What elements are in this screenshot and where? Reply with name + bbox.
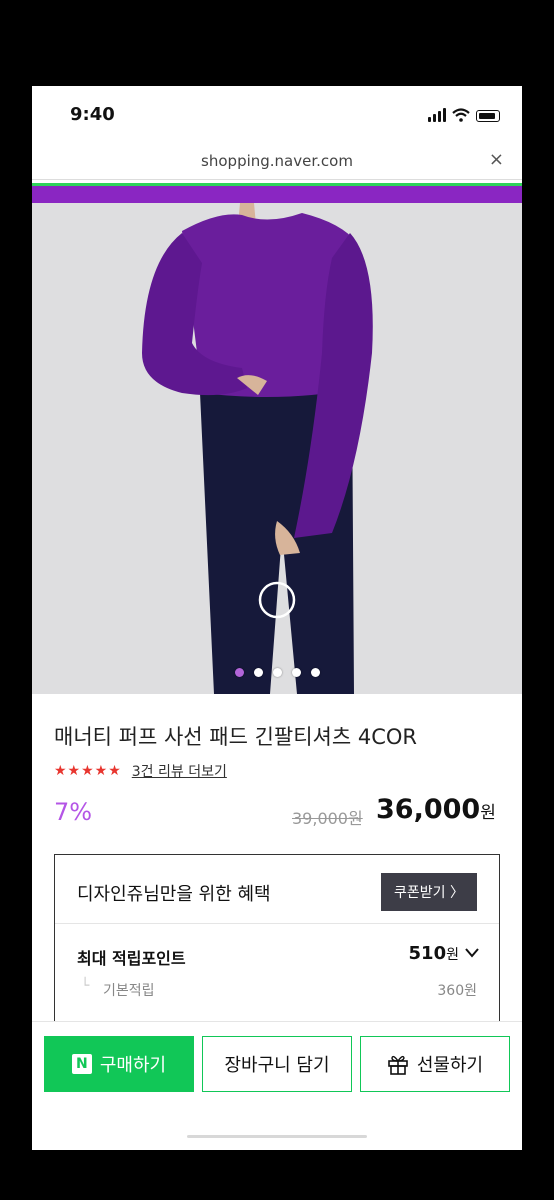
points-value[interactable]: 510원 [409,943,459,964]
star-rating: ★★★★★ [54,763,122,779]
carousel-dot[interactable] [310,668,320,677]
gift-icon [388,1055,408,1075]
discount-rate: 7% [54,798,93,826]
original-price: 39,000원 [292,809,363,828]
chevron-down-icon[interactable] [465,943,479,963]
product-photo [32,203,522,694]
divider [55,923,499,924]
points-unit: 원 [446,947,459,963]
signal-icon [428,108,446,122]
cart-label: 장바구니 담기 [224,1055,330,1076]
carousel-dots [32,668,522,677]
url-text[interactable]: shopping.naver.com [32,152,522,170]
base-points-label: 기본적립 [103,983,155,999]
points-label: 최대 적립포인트 [77,949,186,968]
buy-button[interactable]: N 구매하기 [44,1036,194,1092]
purchase-bar: N 구매하기 장바구니 담기 선물하기 [32,1021,522,1150]
page-banner-strip [32,183,522,203]
carousel-dot[interactable] [234,668,244,677]
add-to-cart-button[interactable]: 장바구니 담기 [202,1036,352,1092]
browser-url-bar[interactable]: shopping.naver.com × [32,142,522,180]
product-image[interactable] [32,203,522,694]
home-indicator [187,1135,367,1138]
carousel-dot[interactable] [291,668,301,677]
gift-label: 선물하기 [416,1055,484,1076]
gift-button[interactable]: 선물하기 [360,1036,510,1092]
status-time: 9:40 [70,104,115,125]
benefit-title: 디자인쥬님만을 위한 혜택 [77,884,271,905]
close-icon[interactable]: × [489,149,504,170]
status-bar: 9:40 [32,86,522,142]
price-unit: 원 [480,803,496,823]
coupon-button[interactable]: 쿠폰받기 〉 [381,873,477,911]
indent-arrow-icon: └ [81,978,90,994]
carousel-dot[interactable] [253,668,263,677]
phone-screen: 9:40 shopping.naver.com × 매너티 퍼프 사선 패드 긴… [32,86,522,1150]
base-points-value: 360원 [437,983,477,999]
rating-row: ★★★★★ 3건 리뷰 더보기 [54,761,227,781]
naver-n-icon: N [71,1054,92,1074]
buy-label: 구매하기 [99,1055,167,1076]
battery-icon [476,110,500,122]
sale-price-value: 36,000 [376,794,481,825]
product-title: 매너티 퍼프 사선 패드 긴팔티셔츠 4COR [54,725,417,749]
points-number: 510 [408,943,447,964]
carousel-dot[interactable] [272,668,282,677]
status-icons [428,106,500,122]
review-link[interactable]: 3건 리뷰 더보기 [132,761,227,781]
sale-price: 36,000원 [376,794,496,825]
wifi-icon [452,108,470,122]
